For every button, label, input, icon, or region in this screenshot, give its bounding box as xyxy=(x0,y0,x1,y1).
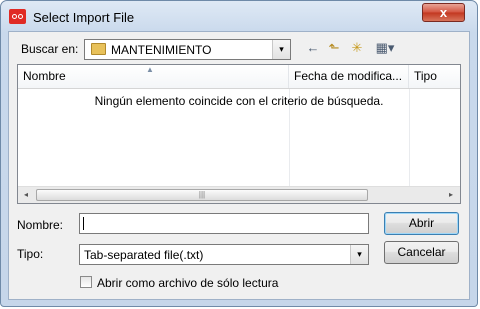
app-icon xyxy=(9,9,26,24)
empty-message: Ningún elemento coincide con el criterio… xyxy=(94,94,384,108)
type-label: Tipo: xyxy=(17,247,44,261)
close-button[interactable]: x xyxy=(422,3,465,22)
window-title: Select Import File xyxy=(33,10,135,25)
scroll-thumb[interactable]: ||| xyxy=(36,189,368,201)
list-header: ▲ Nombre Fecha de modifica... Tipo xyxy=(18,65,460,89)
look-in-label: Buscar en: xyxy=(21,42,79,56)
close-icon: x xyxy=(439,5,448,20)
column-header-type[interactable]: Tipo xyxy=(409,65,460,88)
cancel-button[interactable]: Cancelar xyxy=(384,241,459,264)
file-type-select[interactable]: Tab-separated file(.txt) ▾ xyxy=(79,244,369,265)
horizontal-scrollbar[interactable]: ◂ ||| ▸ xyxy=(18,186,460,203)
open-button[interactable]: Abrir xyxy=(384,212,459,235)
view-menu-icon[interactable]: ▦▾ xyxy=(371,40,399,56)
readonly-label: Abrir como archivo de sólo lectura xyxy=(97,276,279,290)
file-name-input[interactable] xyxy=(79,213,369,234)
chevron-down-icon[interactable]: ▾ xyxy=(350,245,368,264)
look-in-value: MANTENIMIENTO xyxy=(111,43,212,57)
folder-icon xyxy=(91,43,106,55)
text-caret xyxy=(83,217,84,230)
chevron-down-icon[interactable]: ▾ xyxy=(272,40,290,59)
column-header-date[interactable]: Fecha de modifica... xyxy=(289,65,409,88)
title-bar: Select Import File x xyxy=(1,1,477,33)
scroll-left-icon[interactable]: ◂ xyxy=(19,188,33,202)
grip-icon: ||| xyxy=(198,190,206,199)
look-in-combo[interactable]: MANTENIMIENTO ▾ xyxy=(84,39,291,60)
sort-up-icon: ▲ xyxy=(146,65,154,74)
readonly-checkbox[interactable] xyxy=(80,276,92,288)
back-arrow-icon[interactable]: ← xyxy=(305,40,321,56)
file-type-value: Tab-separated file(.txt) xyxy=(84,248,204,262)
new-folder-icon[interactable]: ✳ xyxy=(348,40,366,56)
up-folder-icon[interactable]: ⬑ xyxy=(326,40,342,56)
file-list[interactable]: ▲ Nombre Fecha de modifica... Tipo Ningú… xyxy=(17,64,461,204)
name-label: Nombre: xyxy=(17,218,64,232)
scroll-right-icon[interactable]: ▸ xyxy=(444,188,458,202)
column-header-name[interactable]: ▲ Nombre xyxy=(18,65,289,88)
